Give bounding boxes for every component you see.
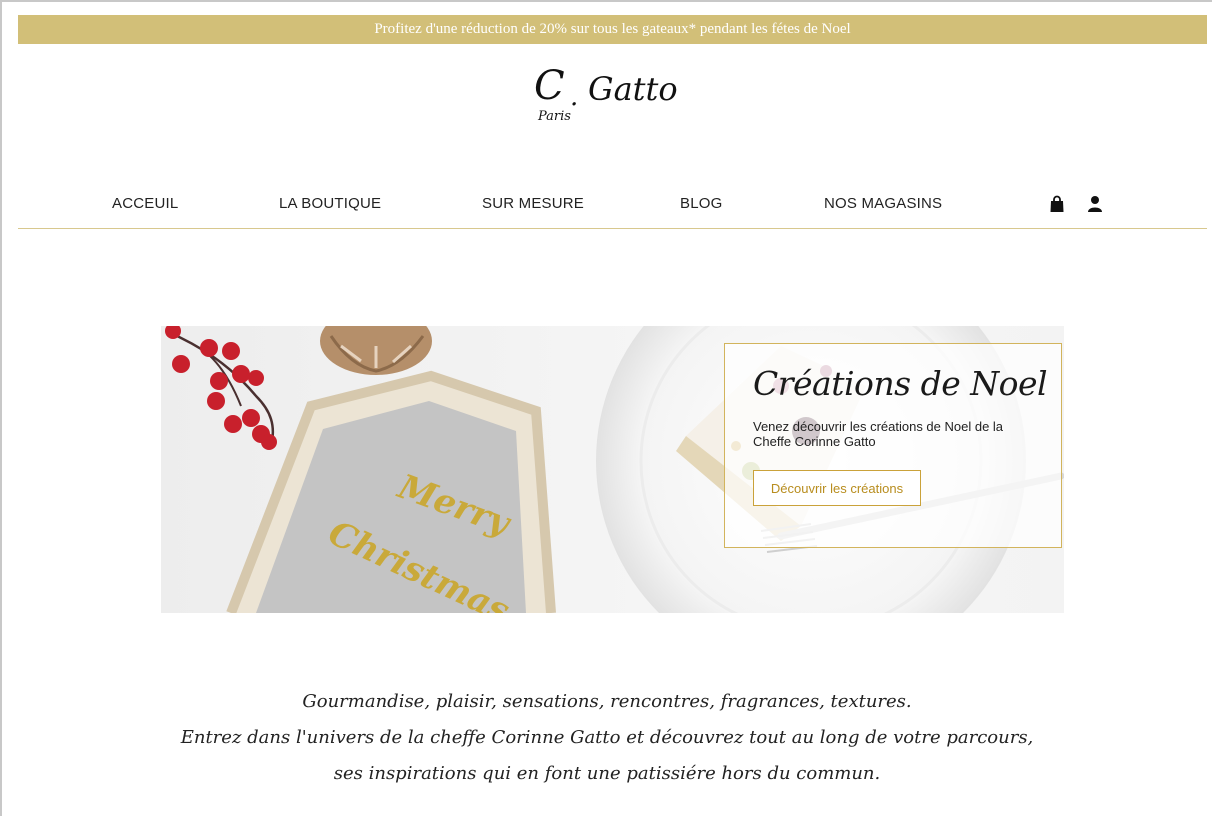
hero-banner: Merry Christmas Créations de Noel Venez … bbox=[161, 326, 1064, 613]
tagline-line-1: Gourmandise, plaisir, sensations, rencon… bbox=[302, 691, 912, 712]
logo-gatto: Gatto bbox=[588, 70, 678, 108]
hero-description: Venez découvrir les créations de Noel de… bbox=[753, 419, 1004, 449]
site-logo[interactable]: C . Gatto Paris bbox=[520, 64, 695, 134]
nav-item-acceuil[interactable]: ACCEUIL bbox=[112, 195, 178, 212]
nav-item-la-boutique[interactable]: LA BOUTIQUE bbox=[279, 195, 381, 212]
logo-letter-c: C bbox=[534, 63, 565, 109]
shopping-bag-icon[interactable] bbox=[1049, 195, 1065, 213]
user-icon[interactable] bbox=[1087, 195, 1103, 213]
tagline-line-2: Entrez dans l'univers de la cheffe Corin… bbox=[180, 727, 1034, 748]
nav-item-sur-mesure[interactable]: SUR MESURE bbox=[482, 195, 584, 212]
logo-paris: Paris bbox=[538, 109, 571, 124]
discover-creations-button[interactable]: Découvrir les créations bbox=[753, 470, 921, 506]
nav-item-blog[interactable]: BLOG bbox=[680, 195, 722, 212]
hero-title: Créations de Noel bbox=[753, 364, 1048, 403]
tagline-line-3: ses inspirations qui en font une patissi… bbox=[333, 763, 881, 784]
logo-dot: . bbox=[570, 82, 579, 112]
promo-banner: Profitez d'une réduction de 20% sur tous… bbox=[18, 15, 1207, 44]
main-navigation: ACCEUIL LA BOUTIQUE SUR MESURE BLOG NOS … bbox=[18, 186, 1207, 229]
hero-card: Créations de Noel Venez découvrir les cr… bbox=[724, 343, 1062, 548]
nav-item-nos-magasins[interactable]: NOS MAGASINS bbox=[824, 195, 942, 212]
tagline: Gourmandise, plaisir, sensations, rencon… bbox=[100, 684, 1114, 792]
promo-banner-text: Profitez d'une réduction de 20% sur tous… bbox=[374, 21, 851, 37]
